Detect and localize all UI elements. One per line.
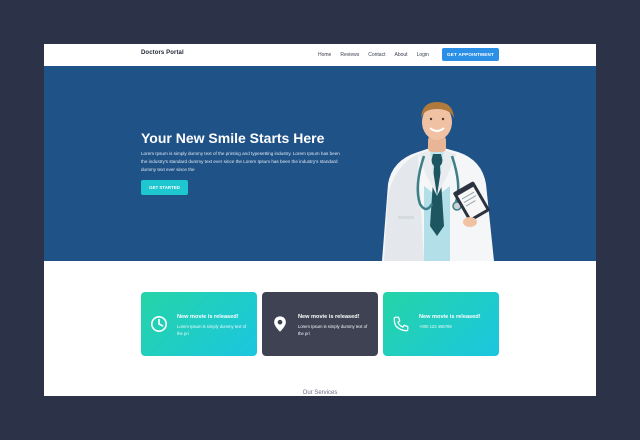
browser-page: Doctors Portal Home Reviews Contact Abou… bbox=[44, 44, 596, 396]
hero-title: Your New Smile Starts Here bbox=[141, 130, 325, 146]
card-text: +000 123 456789 bbox=[419, 324, 452, 329]
nav-link-home[interactable]: Home bbox=[318, 52, 331, 58]
card-text: Lorem Ipsum is simply dummy text of the … bbox=[298, 324, 368, 336]
info-card-location[interactable]: New movie is released! Lorem Ipsum is si… bbox=[262, 292, 378, 356]
card-text: Lorem Ipsum is simply dummy text of the … bbox=[177, 324, 247, 336]
hero-description: Lorem Ipsum is simply dummy text of the … bbox=[141, 151, 340, 172]
info-card-hours[interactable]: New movie is released! Lorem Ipsum is si… bbox=[141, 292, 257, 356]
hero-section: Your New Smile Starts Here Lorem Ipsum i… bbox=[44, 66, 596, 261]
navbar: Doctors Portal Home Reviews Contact Abou… bbox=[44, 44, 596, 67]
location-pin-icon bbox=[274, 316, 286, 332]
card-title: New movie is released! bbox=[177, 314, 239, 320]
info-card-phone[interactable]: New movie is released! +000 123 456789 bbox=[383, 292, 499, 356]
nav-link-login[interactable]: Login bbox=[417, 52, 429, 58]
brand-logo[interactable]: Doctors Portal bbox=[141, 50, 184, 56]
nav-links: Home Reviews Contact About Login bbox=[318, 52, 438, 58]
services-heading: Our Services bbox=[302, 390, 338, 396]
card-title: New movie is released! bbox=[298, 314, 360, 320]
get-started-button[interactable]: GET STARTED bbox=[141, 180, 188, 195]
phone-icon bbox=[393, 316, 409, 332]
get-appointment-button[interactable]: GET APPOINTMENT bbox=[442, 48, 499, 61]
doctor-image bbox=[382, 102, 494, 261]
clock-icon bbox=[150, 315, 168, 333]
nav-link-about[interactable]: About bbox=[394, 52, 407, 58]
card-title: New movie is released! bbox=[419, 314, 481, 320]
nav-link-contact[interactable]: Contact bbox=[368, 52, 385, 58]
nav-link-reviews[interactable]: Reviews bbox=[340, 52, 359, 58]
